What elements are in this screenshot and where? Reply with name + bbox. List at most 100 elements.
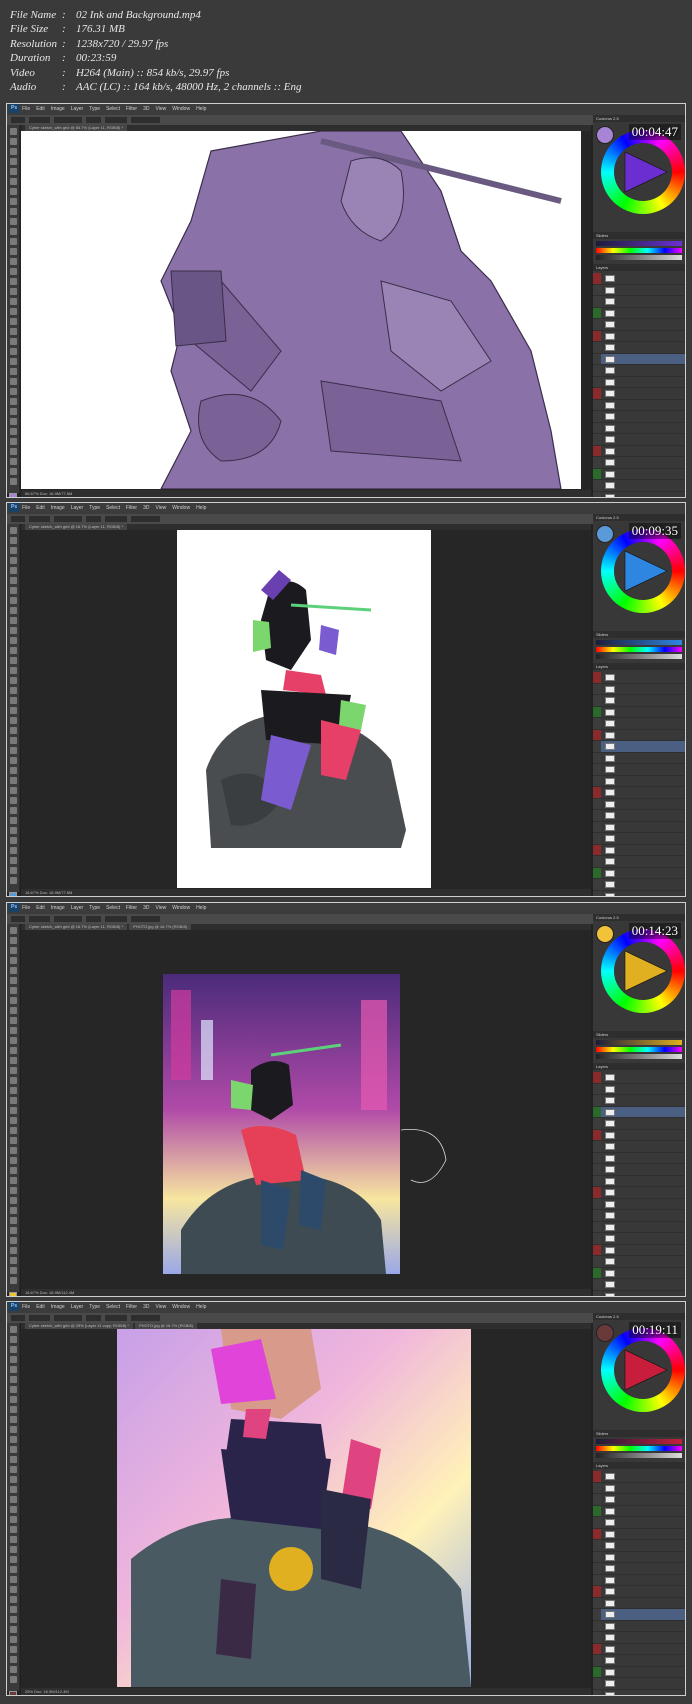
layer-row[interactable] xyxy=(593,844,685,856)
tool-icon[interactable] xyxy=(9,208,17,215)
layer-row[interactable] xyxy=(593,1586,685,1598)
layer-visibility-icon[interactable] xyxy=(593,798,601,810)
color-triangle[interactable] xyxy=(617,547,669,595)
layer-visibility-icon[interactable] xyxy=(593,672,601,683)
tool-icon[interactable] xyxy=(9,537,17,544)
foreground-color-swatch[interactable] xyxy=(9,1691,17,1695)
tool-icon[interactable] xyxy=(9,188,17,195)
tool-icon[interactable] xyxy=(9,1536,17,1543)
tool-icon[interactable] xyxy=(9,1556,17,1563)
layer-row[interactable] xyxy=(593,1494,685,1506)
layer-row[interactable] xyxy=(593,1279,685,1291)
layer-visibility-icon[interactable] xyxy=(593,752,601,764)
tool-icon[interactable] xyxy=(9,1366,17,1373)
tool-icon[interactable] xyxy=(9,1476,17,1483)
layer-visibility-icon[interactable] xyxy=(593,284,601,296)
option-control[interactable] xyxy=(29,1314,50,1321)
tool-icon[interactable] xyxy=(9,1107,17,1114)
layer-row[interactable] xyxy=(593,491,685,497)
tool-icon[interactable] xyxy=(9,1616,17,1623)
layer-row[interactable] xyxy=(593,1106,685,1118)
layer-row[interactable] xyxy=(593,1164,685,1176)
layer-visibility-icon[interactable] xyxy=(593,810,601,821)
layer-visibility-icon[interactable] xyxy=(593,399,601,411)
menu-item-help[interactable]: Help xyxy=(196,1302,206,1313)
tool-icon[interactable] xyxy=(9,777,17,784)
tool-icon[interactable] xyxy=(9,557,17,564)
tool-icon[interactable] xyxy=(9,547,17,554)
layer-visibility-icon[interactable] xyxy=(593,1233,601,1244)
layer-row[interactable] xyxy=(593,879,685,891)
tool-icon[interactable] xyxy=(9,927,17,934)
color-slider[interactable] xyxy=(596,248,682,253)
layer-visibility-icon[interactable] xyxy=(593,411,601,422)
tool-icon[interactable] xyxy=(9,268,17,275)
color-triangle[interactable] xyxy=(617,1346,669,1394)
tool-icon[interactable] xyxy=(9,1237,17,1244)
menu-item-3d[interactable]: 3D xyxy=(143,1302,149,1313)
layer-visibility-icon[interactable] xyxy=(593,491,601,497)
tool-icon[interactable] xyxy=(9,168,17,175)
tool-icon[interactable] xyxy=(9,1227,17,1234)
tool-icon[interactable] xyxy=(9,737,17,744)
layer-row[interactable] xyxy=(593,1689,685,1695)
menu-item-file[interactable]: File xyxy=(22,104,30,115)
tool-icon[interactable] xyxy=(9,1376,17,1383)
tool-icon[interactable] xyxy=(9,837,17,844)
tool-icon[interactable] xyxy=(9,1586,17,1593)
foreground-color-swatch[interactable] xyxy=(9,493,17,497)
layer-row[interactable] xyxy=(593,365,685,377)
tool-icon[interactable] xyxy=(9,1676,17,1683)
layer-row[interactable] xyxy=(593,1574,685,1586)
tool-icon[interactable] xyxy=(9,1526,17,1533)
menu-item-view[interactable]: View xyxy=(156,1302,167,1313)
layer-visibility-icon[interactable] xyxy=(593,695,601,706)
layer-row[interactable] xyxy=(593,445,685,457)
layer-visibility-icon[interactable] xyxy=(593,1198,601,1210)
tool-icon[interactable] xyxy=(9,1217,17,1224)
layer-row[interactable] xyxy=(593,342,685,354)
foreground-color-swatch[interactable] xyxy=(9,1292,17,1296)
option-control[interactable] xyxy=(131,1314,160,1321)
layer-visibility-icon[interactable] xyxy=(593,1221,601,1233)
option-control[interactable] xyxy=(54,116,82,123)
layer-row[interactable] xyxy=(593,1198,685,1210)
layer-visibility-icon[interactable] xyxy=(593,1540,601,1551)
menu-item-select[interactable]: Select xyxy=(106,104,120,115)
layer-visibility-icon[interactable] xyxy=(593,879,601,890)
layer-visibility-icon[interactable] xyxy=(593,1574,601,1586)
layer-visibility-icon[interactable] xyxy=(593,1095,601,1106)
menu-item-filter[interactable]: Filter xyxy=(126,503,137,514)
layer-row[interactable] xyxy=(593,833,685,845)
option-control[interactable] xyxy=(11,116,25,123)
layer-row[interactable] xyxy=(593,411,685,423)
tool-icon[interactable] xyxy=(9,697,17,704)
layer-visibility-icon[interactable] xyxy=(593,1187,601,1198)
layer-row[interactable] xyxy=(593,1267,685,1279)
menu-item-type[interactable]: Type xyxy=(89,1302,100,1313)
layer-visibility-icon[interactable] xyxy=(593,296,601,307)
tool-icon[interactable] xyxy=(9,478,17,485)
layer-row[interactable] xyxy=(593,296,685,308)
tool-icon[interactable] xyxy=(9,627,17,634)
tool-icon[interactable] xyxy=(9,448,17,455)
color-wheel[interactable] xyxy=(601,1328,685,1412)
layer-visibility-icon[interactable] xyxy=(593,1494,601,1505)
tool-icon[interactable] xyxy=(9,977,17,984)
layer-visibility-icon[interactable] xyxy=(593,683,601,695)
menu-item-filter[interactable]: Filter xyxy=(126,903,137,914)
tool-icon[interactable] xyxy=(9,1127,17,1134)
menu-item-view[interactable]: View xyxy=(156,503,167,514)
layer-visibility-icon[interactable] xyxy=(593,706,601,718)
menu-item-edit[interactable]: Edit xyxy=(36,503,45,514)
option-control[interactable] xyxy=(11,1314,25,1321)
tool-icon[interactable] xyxy=(9,1426,17,1433)
option-control[interactable] xyxy=(131,116,160,123)
menu-item-layer[interactable]: Layer xyxy=(71,104,84,115)
layer-row[interactable] xyxy=(593,273,685,285)
foreground-color-dot[interactable] xyxy=(596,126,614,144)
layer-row[interactable] xyxy=(593,388,685,400)
menu-item-help[interactable]: Help xyxy=(196,104,206,115)
layer-row[interactable] xyxy=(593,1528,685,1540)
menu-item-type[interactable]: Type xyxy=(89,104,100,115)
